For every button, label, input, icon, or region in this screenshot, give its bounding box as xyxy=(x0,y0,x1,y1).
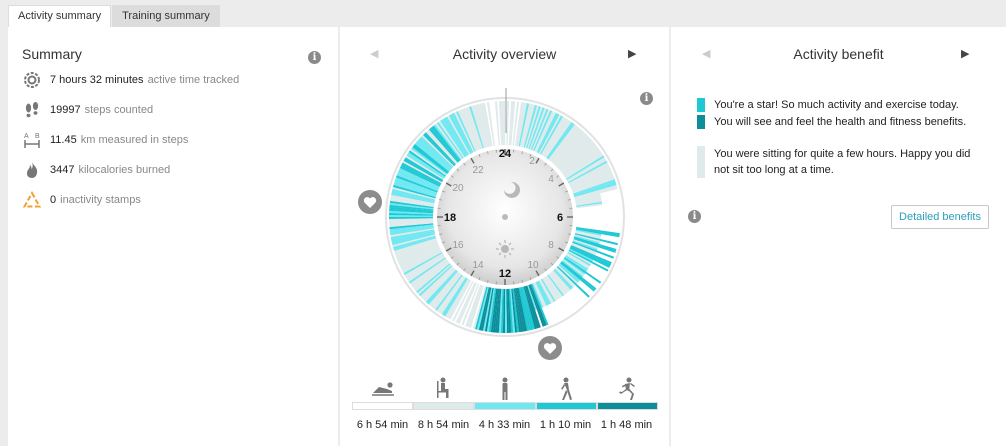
sitting-person-icon xyxy=(413,377,474,399)
clock-label-18: 18 xyxy=(444,212,456,224)
inactivity-label: inactivity stamps xyxy=(60,194,141,206)
clock-icon xyxy=(22,70,42,90)
benefit-swatch xyxy=(697,115,705,129)
heart-marker-bottom[interactable] xyxy=(538,336,562,360)
summary-row-steps: 19997 steps counted xyxy=(22,100,153,120)
duration-low: 4 h 33 min xyxy=(478,419,531,431)
info-icon[interactable]: i xyxy=(308,51,321,64)
clock-label-20: 20 xyxy=(452,183,464,194)
clock-label-4: 4 xyxy=(548,174,554,185)
summary-panel: Summary i 7 hours 32 minutes active time… xyxy=(8,27,338,446)
duration-sitting: 8 h 54 min xyxy=(417,419,470,431)
summary-row-active-time: 7 hours 32 minutes active time tracked xyxy=(22,70,239,90)
flame-icon xyxy=(22,160,42,180)
activity-dial: 24 2 4 6 8 10 12 14 16 18 20 22 xyxy=(358,88,625,360)
duration-resting: 6 h 54 min xyxy=(356,419,409,431)
next-arrow-icon[interactable]: ▶ xyxy=(628,47,636,60)
clock-label-14: 14 xyxy=(472,260,484,271)
active-time-value: 7 hours 32 minutes xyxy=(50,74,144,86)
steps-label: steps counted xyxy=(84,104,154,116)
benefit-item: You're a star! So much activity and exer… xyxy=(697,97,959,113)
clock-label-12: 12 xyxy=(499,268,511,280)
benefit-text: You were sitting for quite a few hours. … xyxy=(714,148,971,176)
activity-overview-panel: ◀ Activity overview ▶ i 24 2 4 6 8 10 12… xyxy=(340,27,669,446)
lying-person-icon xyxy=(352,377,413,397)
duration-high: 1 h 48 min xyxy=(600,419,653,431)
summary-title: Summary xyxy=(22,46,82,62)
benefit-text: You're a star! So much activity and exer… xyxy=(714,99,959,111)
tab-training-summary[interactable]: Training summary xyxy=(112,5,220,27)
clock-label-2: 2 xyxy=(529,156,535,167)
summary-row-inactivity: 0 inactivity stamps xyxy=(22,190,141,210)
standing-person-icon xyxy=(474,377,535,401)
walking-person-icon xyxy=(535,377,596,401)
clock-label-22: 22 xyxy=(472,165,484,176)
steps-value: 19997 xyxy=(50,104,81,116)
activity-segment xyxy=(494,101,500,146)
benefit-swatch xyxy=(697,146,705,178)
level-bar-sitting xyxy=(413,402,475,410)
level-bar-high xyxy=(596,402,659,410)
duration-medium: 1 h 10 min xyxy=(539,419,592,431)
level-bar-resting xyxy=(352,402,414,410)
summary-row-calories: 3447 kilocalories burned xyxy=(22,160,170,180)
activity-level-bar xyxy=(352,402,659,410)
summary-row-distance: AB 11.45 km measured in steps xyxy=(22,130,188,150)
svg-text:B: B xyxy=(35,133,40,140)
distance-label: km measured in steps xyxy=(80,134,189,146)
clock-label-8: 8 xyxy=(548,240,554,251)
calories-label: kilocalories burned xyxy=(78,164,171,176)
activity-segment xyxy=(506,101,510,145)
benefit-text: You will see and feel the health and fit… xyxy=(714,116,967,128)
overview-title: Activity overview xyxy=(452,46,557,62)
next-arrow-icon[interactable]: ▶ xyxy=(961,47,969,60)
benefit-item: You were sitting for quite a few hours. … xyxy=(697,146,977,178)
clock-label-16: 16 xyxy=(452,240,464,251)
inactivity-value: 0 xyxy=(50,194,57,206)
distance-icon: AB xyxy=(22,130,42,150)
clock-label-10: 10 xyxy=(527,260,539,271)
tab-activity-summary[interactable]: Activity summary xyxy=(8,5,112,27)
heart-marker-left[interactable] xyxy=(358,190,382,214)
distance-value: 11.45 xyxy=(50,134,77,146)
calories-value: 3447 xyxy=(50,164,75,176)
tab-bar: Activity summary Training summary xyxy=(8,5,221,27)
benefit-title: Activity benefit xyxy=(793,46,884,62)
dial-center xyxy=(502,214,508,220)
svg-text:A: A xyxy=(24,133,29,140)
info-icon[interactable]: i xyxy=(688,210,701,223)
benefit-swatch xyxy=(697,98,705,112)
clock-label-6: 6 xyxy=(557,212,563,224)
clock-label-24: 24 xyxy=(499,148,512,160)
detailed-benefits-button[interactable]: Detailed benefits xyxy=(891,205,989,229)
running-person-icon xyxy=(596,377,657,401)
benefit-item: You will see and feel the health and fit… xyxy=(697,114,966,130)
level-bar-medium xyxy=(535,402,597,410)
active-time-label: active time tracked xyxy=(147,74,240,86)
footprints-icon xyxy=(22,100,42,120)
inactivity-stamp-icon xyxy=(22,190,42,210)
level-bar-low xyxy=(474,402,536,410)
activity-benefit-panel: ◀ Activity benefit ▶ You're a star! So m… xyxy=(671,27,1006,446)
